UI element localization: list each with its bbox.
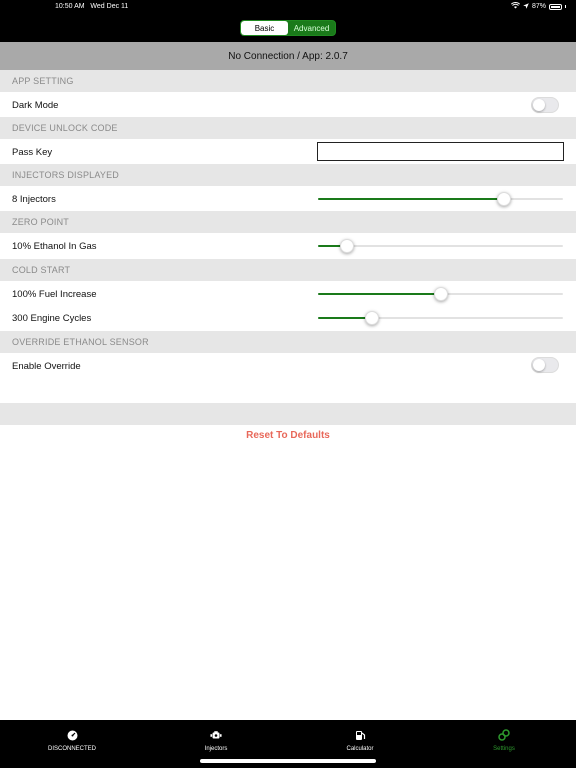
fuel-pump-icon <box>354 729 366 741</box>
tab-disconnected[interactable]: DISCONNECTED <box>0 720 144 768</box>
reset-to-defaults-button[interactable]: Reset To Defaults <box>0 430 576 441</box>
section-header-device-unlock: DEVICE UNLOCK CODE <box>0 117 576 139</box>
injectors-label: 8 Injectors <box>12 193 56 205</box>
tab-label: Injectors <box>204 746 228 752</box>
slider-thumb[interactable] <box>433 287 448 301</box>
slider-track <box>318 245 563 247</box>
mode-segmented-control[interactable]: Basic Advanced <box>240 20 336 36</box>
slider-thumb[interactable] <box>364 311 379 325</box>
fuel-increase-slider[interactable] <box>318 287 563 301</box>
row-enable-override: Enable Override <box>0 354 576 378</box>
enable-override-toggle[interactable] <box>531 357 559 373</box>
engine-cycles-slider[interactable] <box>318 311 563 325</box>
segment-advanced[interactable]: Advanced <box>288 21 335 35</box>
battery-icon <box>549 3 562 10</box>
tab-label: DISCONNECTED <box>47 746 96 752</box>
status-date: Wed Dec 11 <box>90 3 129 10</box>
battery-percent: 87% <box>531 3 546 10</box>
settings-link-icon <box>498 729 510 741</box>
dark-mode-toggle[interactable] <box>531 97 559 113</box>
section-header-cold-start: COLD START <box>0 259 576 281</box>
slider-fill <box>318 317 372 319</box>
pass-key-input[interactable] <box>317 142 564 161</box>
toggle-knob <box>533 99 545 111</box>
fuel-increase-label: 100% Fuel Increase <box>12 288 97 300</box>
battery-nub <box>565 5 566 8</box>
injectors-slider[interactable] <box>318 192 563 206</box>
connection-status-bar: No Connection / App: 2.0.7 <box>0 42 576 70</box>
engine-icon <box>210 729 222 741</box>
slider-thumb[interactable] <box>497 192 512 206</box>
toggle-knob <box>533 359 545 371</box>
segment-basic[interactable]: Basic <box>241 21 288 35</box>
dark-mode-label: Dark Mode <box>12 99 59 111</box>
top-bar: 10:50 AM Wed Dec 11 87% Basic Advanced <box>0 0 576 42</box>
slider-fill <box>318 198 505 200</box>
section-spacer <box>0 403 576 425</box>
wifi-icon <box>510 2 521 11</box>
tab-settings[interactable]: Settings <box>432 720 576 768</box>
engine-cycles-label: 300 Engine Cycles <box>12 312 92 324</box>
pass-key-label: Pass Key <box>12 146 53 158</box>
row-dark-mode: Dark Mode <box>0 93 576 117</box>
status-clock: 10:50 AM <box>55 3 85 10</box>
section-header-injectors: INJECTORS DISPLAYED <box>0 164 576 186</box>
section-header-zero-point: ZERO POINT <box>0 211 576 233</box>
zero-point-slider[interactable] <box>318 239 563 253</box>
home-indicator[interactable] <box>200 759 376 763</box>
status-time: 10:50 AM Wed Dec 11 <box>55 3 128 10</box>
slider-fill <box>318 293 441 295</box>
zero-point-label: 10% Ethanol In Gas <box>12 240 97 252</box>
section-header-app-setting: APP SETTING <box>0 70 576 92</box>
slider-thumb[interactable] <box>340 239 355 253</box>
tab-label: Calculator <box>346 746 374 752</box>
section-header-override: OVERRIDE ETHANOL SENSOR <box>0 331 576 353</box>
status-indicators: 87% <box>510 2 566 11</box>
gauge-icon <box>66 729 78 741</box>
connection-status-text: No Connection / App: 2.0.7 <box>228 50 348 62</box>
enable-override-label: Enable Override <box>12 360 81 372</box>
tab-label: Settings <box>493 746 515 752</box>
location-icon <box>523 2 529 11</box>
